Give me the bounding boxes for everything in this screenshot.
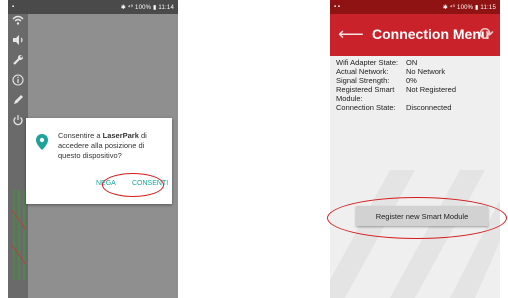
annotation-ellipse-register (327, 197, 507, 239)
info-label: Connection State: (336, 103, 396, 112)
back-arrow-icon[interactable]: ⟵ (338, 24, 364, 44)
info-icon[interactable] (8, 74, 28, 94)
wrench-icon[interactable] (8, 54, 28, 74)
app-name: LaserPark (102, 131, 139, 140)
info-label: Actual Network: (336, 67, 389, 76)
status-bar: ▪ ▪ ✱ ⁴⁰ 100% ▮ 11:15 (330, 0, 500, 14)
info-row: Connection State: Disconnected (336, 103, 496, 112)
info-row: Signal Strength: 0% (336, 76, 496, 85)
app-bar: ⟵ Connection Menu ⟳ (330, 14, 500, 56)
info-row: Registered Smart Module: Not Registered (336, 85, 496, 103)
status-right: ✱ ⁴⁰ 100% ▮ 11:14 (120, 4, 174, 11)
status-right: ✱ ⁴⁰ 100% ▮ 11:15 (442, 4, 496, 11)
info-label: Registered Smart Module: (336, 85, 395, 103)
left-phone-screen: ▪ ✱ ⁴⁰ 100% ▮ 11:14 Consentire a LaserPa… (8, 0, 178, 298)
info-value: 0% (406, 76, 417, 85)
status-icons: ▪ (12, 4, 15, 10)
info-row: Wifi Adapter State: ON (336, 58, 496, 67)
refresh-icon[interactable]: ⟳ (479, 24, 494, 44)
connection-info: Wifi Adapter State: ON Actual Network: N… (336, 58, 496, 112)
info-value: Not Registered (406, 85, 457, 94)
volume-icon[interactable] (8, 34, 28, 54)
info-row: Actual Network: No Network (336, 67, 496, 76)
location-pin-icon (36, 134, 48, 150)
info-value: ON (406, 58, 418, 67)
info-value: Disconnected (406, 103, 452, 112)
info-label: Wifi Adapter State: (336, 58, 399, 67)
wifi-icon[interactable] (8, 14, 28, 34)
power-icon[interactable] (8, 114, 28, 134)
green-line-pattern (12, 190, 26, 280)
info-label: Signal Strength: (336, 76, 390, 85)
pencil-icon[interactable] (8, 94, 28, 114)
annotation-ellipse-allow (102, 173, 164, 197)
right-phone-screen: ▪ ▪ ✱ ⁴⁰ 100% ▮ 11:15 ⟵ Connection Menu … (330, 0, 500, 298)
page-title: Connection Menu (372, 26, 490, 42)
status-bar: ▪ ✱ ⁴⁰ 100% ▮ 11:14 (8, 0, 178, 14)
info-value: No Network (406, 67, 446, 76)
dialog-message: Consentire a LaserPark di accedere alla … (58, 131, 168, 160)
message-pre: Consentire a (58, 131, 103, 140)
status-icons: ▪ ▪ (334, 4, 340, 10)
